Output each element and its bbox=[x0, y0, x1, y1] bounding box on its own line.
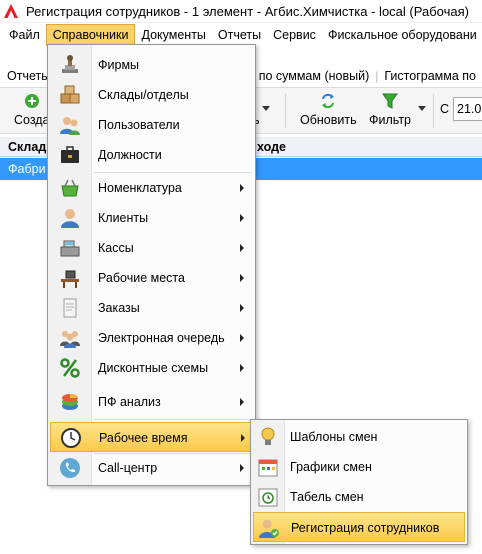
menu-item-label: Заказы bbox=[98, 301, 140, 315]
client-icon bbox=[58, 206, 82, 230]
menu-item-discount-schemes[interactable]: Дисконтные схемы bbox=[50, 353, 253, 383]
submenu-arrow-icon bbox=[241, 434, 245, 442]
stamp-icon bbox=[58, 53, 82, 77]
submenu-item-label: Графики смен bbox=[290, 460, 372, 474]
menu-directories[interactable]: Справочники bbox=[45, 24, 136, 46]
menu-item-label: Фирмы bbox=[98, 58, 140, 72]
menu-item-positions[interactable]: Должности bbox=[50, 140, 253, 170]
submenu-item-shift-schedules[interactable]: Графики смен bbox=[253, 452, 465, 482]
refresh-icon bbox=[319, 90, 337, 112]
title-bar: Регистрация сотрудников - 1 элемент - Аг… bbox=[0, 0, 482, 23]
analysis-icon bbox=[58, 390, 82, 414]
date-from-input[interactable]: 21.02 bbox=[453, 97, 482, 121]
phone-icon bbox=[58, 456, 82, 480]
filter-button[interactable]: Фильтр bbox=[369, 90, 411, 132]
submenu-arrow-icon bbox=[240, 398, 244, 406]
submenu-arrow-icon bbox=[240, 184, 244, 192]
menu-reports[interactable]: Отчеты bbox=[212, 24, 267, 46]
menu-item-label: Электронная очередь bbox=[98, 331, 225, 345]
working-time-submenu: Шаблоны смен Графики смен Табель смен Ре… bbox=[250, 419, 468, 545]
menu-item-workplaces[interactable]: Рабочие места bbox=[50, 263, 253, 293]
submenu-arrow-icon bbox=[240, 274, 244, 282]
menu-service[interactable]: Сервис bbox=[267, 24, 322, 46]
queue-icon bbox=[58, 326, 82, 350]
submenu-arrow-icon bbox=[240, 464, 244, 472]
clock-icon bbox=[59, 426, 83, 450]
calendar-icon bbox=[256, 455, 280, 479]
submenu-arrow-icon bbox=[240, 364, 244, 372]
date-from-label: С bbox=[440, 102, 450, 116]
menu-item-label: Дисконтные схемы bbox=[98, 361, 209, 375]
submenu-arrow-icon bbox=[240, 304, 244, 312]
toolbar-separator-2 bbox=[433, 94, 434, 128]
menu-item-label: Клиенты bbox=[98, 211, 149, 225]
directories-dropdown: Фирмы Склады/отделы Пользователи Должнос… bbox=[47, 44, 256, 486]
order-icon bbox=[58, 296, 82, 320]
menu-item-nomenclature[interactable]: Номенклатура bbox=[50, 173, 253, 203]
toolbar-separator bbox=[285, 94, 286, 128]
workplace-icon bbox=[58, 266, 82, 290]
employee-register-icon bbox=[257, 516, 281, 540]
basket-icon bbox=[58, 176, 82, 200]
menu-item-label: ПФ анализ bbox=[98, 395, 161, 409]
submenu-item-shift-templates[interactable]: Шаблоны смен bbox=[253, 422, 465, 452]
grid-cell-warehouse: Фабри bbox=[8, 162, 46, 176]
menu-item-working-time[interactable]: Рабочее время bbox=[50, 422, 253, 452]
menu-bar: Файл Справочники Документы Отчеты Сервис… bbox=[0, 24, 482, 46]
submenu-item-label: Шаблоны смен bbox=[290, 430, 378, 444]
timesheet-icon bbox=[256, 485, 280, 509]
menu-item-users[interactable]: Пользователи bbox=[50, 110, 253, 140]
window-title: Регистрация сотрудников - 1 элемент - Аг… bbox=[26, 3, 469, 19]
menu-item-label: Рабочее время bbox=[99, 431, 188, 445]
menu-documents[interactable]: Документы bbox=[135, 24, 211, 46]
menu-item-warehouses[interactable]: Склады/отделы bbox=[50, 80, 253, 110]
filter-button-label: Фильтр bbox=[369, 113, 411, 127]
users-icon bbox=[58, 113, 82, 137]
menu-item-label: Склады/отделы bbox=[98, 88, 189, 102]
cash-register-icon bbox=[58, 236, 82, 260]
bulb-icon bbox=[256, 425, 280, 449]
submenu-item-timesheet[interactable]: Табель смен bbox=[253, 482, 465, 512]
menu-item-cash-registers[interactable]: Кассы bbox=[50, 233, 253, 263]
filter-icon bbox=[382, 90, 398, 112]
briefcase-icon bbox=[58, 143, 82, 167]
dropdown-divider bbox=[94, 419, 252, 420]
submenu-arrow-icon bbox=[240, 244, 244, 252]
menu-item-electronic-queue[interactable]: Электронная очередь bbox=[50, 323, 253, 353]
grid-header-warehouse[interactable]: Склад bbox=[8, 137, 46, 157]
menu-item-pf-analysis[interactable]: ПФ анализ bbox=[50, 387, 253, 417]
menu-item-clients[interactable]: Клиенты bbox=[50, 203, 253, 233]
filter-dropdown-arrow[interactable] bbox=[418, 106, 426, 111]
create-button[interactable]: Созда bbox=[14, 90, 50, 132]
menu-fiscal[interactable]: Фискальное оборудовани bbox=[322, 24, 482, 46]
app-logo-icon bbox=[0, 0, 22, 23]
grid-header-second[interactable]: ходе bbox=[257, 137, 286, 157]
report-tab-by-sums[interactable]: по суммам (новый) bbox=[253, 69, 376, 83]
menu-item-label: Рабочие места bbox=[98, 271, 185, 285]
menu-item-label: Пользователи bbox=[98, 118, 180, 132]
menu-item-orders[interactable]: Заказы bbox=[50, 293, 253, 323]
submenu-item-label: Регистрация сотрудников bbox=[291, 521, 440, 535]
submenu-item-employee-registration[interactable]: Регистрация сотрудников bbox=[253, 512, 465, 542]
report-tab-histogram[interactable]: Гистограмма по bbox=[378, 69, 482, 83]
menu-file[interactable]: Файл bbox=[0, 24, 46, 46]
submenu-arrow-icon bbox=[240, 334, 244, 342]
menu-item-label: Номенклатура bbox=[98, 181, 182, 195]
percent-icon bbox=[58, 356, 82, 380]
submenu-item-label: Табель смен bbox=[290, 490, 364, 504]
create-button-label: Созда bbox=[14, 113, 50, 127]
refresh-button[interactable]: Обновить bbox=[300, 90, 357, 132]
submenu-arrow-icon bbox=[240, 214, 244, 222]
menu-item-label: Кассы bbox=[98, 241, 134, 255]
menu-item-firms[interactable]: Фирмы bbox=[50, 50, 253, 80]
menu-item-label: Call-центр bbox=[98, 461, 158, 475]
boxes-icon bbox=[58, 83, 82, 107]
menu-item-call-center[interactable]: Call-центр bbox=[50, 453, 253, 483]
partial-dropdown-arrow[interactable] bbox=[262, 106, 270, 111]
refresh-button-label: Обновить bbox=[300, 113, 357, 127]
add-icon bbox=[24, 90, 40, 112]
menu-item-label: Должности bbox=[98, 148, 162, 162]
